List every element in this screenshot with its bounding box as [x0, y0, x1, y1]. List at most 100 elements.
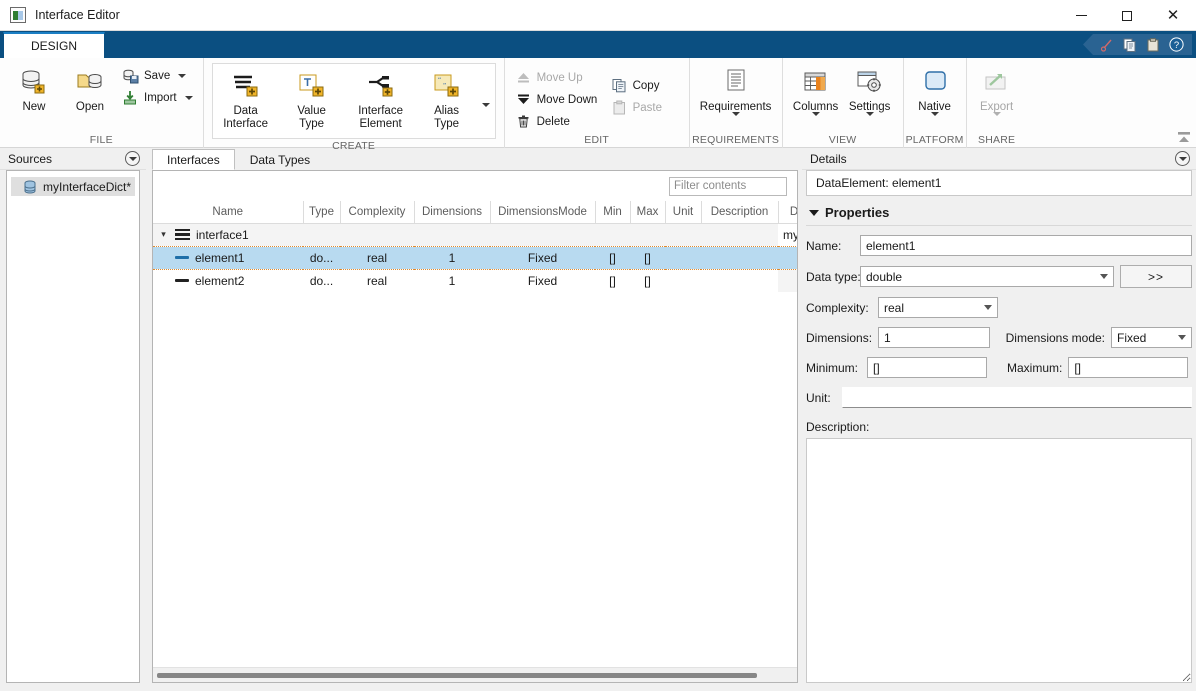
native-button[interactable]: Native: [910, 63, 960, 130]
cell-datasource[interactable]: [778, 246, 797, 269]
import-button[interactable]: Import: [118, 87, 181, 108]
create-group-overflow-caret-icon[interactable]: [477, 67, 495, 143]
properties-section-title[interactable]: Properties: [806, 200, 1192, 226]
open-button[interactable]: Open: [62, 63, 118, 114]
table-row[interactable]: element1 do... real 1 Fixed [] []: [153, 246, 797, 269]
table-horizontal-scrollbar[interactable]: [153, 667, 797, 682]
cell-type[interactable]: do...: [303, 246, 340, 269]
cell-complexity[interactable]: real: [340, 246, 414, 269]
field-row-min-max: Minimum: Maximum:: [806, 357, 1192, 378]
alias-type-button[interactable]: “ ” Alias Type: [417, 67, 477, 131]
data-interface-button[interactable]: Data Interface: [213, 67, 279, 131]
column-header-dimensions[interactable]: Dimensions: [414, 201, 490, 223]
cell-dimensionsmode[interactable]: [490, 223, 595, 246]
minimize-button[interactable]: [1058, 0, 1104, 31]
settings-button[interactable]: Settings: [843, 63, 897, 130]
cell-complexity[interactable]: real: [340, 269, 414, 292]
column-header-datasource[interactable]: DataSo: [778, 201, 797, 223]
move-up-button[interactable]: Move Up: [511, 67, 607, 88]
expand-twisty-icon[interactable]: ▾: [158, 229, 169, 240]
column-header-max[interactable]: Max: [630, 201, 665, 223]
save-dropdown-caret-icon[interactable]: [174, 74, 190, 78]
cell-min[interactable]: []: [595, 246, 630, 269]
requirements-button[interactable]: Requirements: [696, 63, 776, 130]
properties-collapse-icon[interactable]: [809, 210, 819, 216]
cell-max[interactable]: [630, 223, 665, 246]
field-row-complexity: Complexity: real: [806, 297, 1192, 318]
maximum-field[interactable]: [1068, 357, 1188, 378]
column-header-complexity[interactable]: Complexity: [340, 201, 414, 223]
cell-dimensions[interactable]: [414, 223, 490, 246]
delete-button[interactable]: Delete: [511, 111, 607, 132]
columns-dropdown-caret-icon[interactable]: [812, 116, 820, 130]
cell-type[interactable]: do...: [303, 269, 340, 292]
dimensions-field[interactable]: [878, 327, 990, 348]
cell-datasource[interactable]: myInterf: [778, 223, 797, 246]
import-dropdown-caret-icon[interactable]: [181, 96, 197, 100]
save-button[interactable]: Save: [118, 65, 174, 86]
cell-description[interactable]: [701, 223, 778, 246]
column-header-dimensionsmode[interactable]: DimensionsMode: [490, 201, 595, 223]
export-button[interactable]: Export: [973, 63, 1021, 130]
cell-datasource[interactable]: [778, 269, 797, 292]
cell-complexity[interactable]: [340, 223, 414, 246]
copy-icon[interactable]: [1122, 37, 1138, 53]
interface-element-button[interactable]: Interface Element: [345, 67, 417, 131]
cell-dimensions[interactable]: 1: [414, 269, 490, 292]
filter-contents-input[interactable]: [669, 177, 787, 196]
cell-name[interactable]: ▾ interface1: [153, 223, 303, 246]
cell-unit[interactable]: [665, 246, 701, 269]
sources-item-myinterfacedict[interactable]: myInterfaceDict*: [11, 177, 135, 196]
cell-unit[interactable]: [665, 223, 701, 246]
column-header-name[interactable]: Name: [153, 201, 303, 223]
data-type-more-button[interactable]: >>: [1120, 265, 1192, 288]
table-row[interactable]: ▾ interface1: [153, 223, 797, 246]
unit-field[interactable]: [842, 387, 1192, 408]
columns-button[interactable]: Columns: [789, 63, 843, 130]
scrollbar-thumb[interactable]: [157, 673, 757, 678]
maximize-button[interactable]: [1104, 0, 1150, 31]
details-panel-menu-icon[interactable]: [1175, 151, 1190, 166]
table-row[interactable]: element2 do... real 1 Fixed [] []: [153, 269, 797, 292]
ribbon-collapse-icon[interactable]: [1175, 129, 1193, 145]
tab-design[interactable]: DESIGN: [3, 32, 105, 58]
column-header-type[interactable]: Type: [303, 201, 340, 223]
cell-dimensionsmode[interactable]: Fixed: [490, 269, 595, 292]
cell-min[interactable]: []: [595, 269, 630, 292]
column-header-description[interactable]: Description: [701, 201, 778, 223]
cell-description[interactable]: [701, 246, 778, 269]
annotate-icon[interactable]: [1099, 37, 1115, 53]
cell-name[interactable]: element2: [153, 269, 303, 292]
cell-name[interactable]: element1: [153, 246, 303, 269]
data-type-dropdown[interactable]: double: [860, 266, 1114, 287]
value-type-button[interactable]: Value Type: [279, 67, 345, 131]
cell-unit[interactable]: [665, 269, 701, 292]
cell-type[interactable]: [303, 223, 340, 246]
cell-max[interactable]: []: [630, 269, 665, 292]
paste-button[interactable]: Paste: [607, 97, 683, 118]
settings-dropdown-caret-icon[interactable]: [866, 116, 874, 130]
dimensions-mode-value: Fixed: [1117, 331, 1174, 345]
description-textarea[interactable]: [806, 438, 1192, 683]
help-icon[interactable]: ?: [1168, 37, 1184, 53]
complexity-dropdown[interactable]: real: [878, 297, 998, 318]
column-header-min[interactable]: Min: [595, 201, 630, 223]
cell-min[interactable]: [595, 223, 630, 246]
name-field[interactable]: [860, 235, 1192, 256]
copy-button[interactable]: Copy: [607, 75, 683, 96]
new-button[interactable]: New: [6, 63, 62, 114]
cell-max[interactable]: []: [630, 246, 665, 269]
column-header-unit[interactable]: Unit: [665, 201, 701, 223]
move-down-button[interactable]: Move Down: [511, 89, 607, 110]
requirements-dropdown-caret-icon[interactable]: [732, 116, 740, 130]
close-button[interactable]: ✕: [1150, 0, 1196, 31]
native-dropdown-caret-icon[interactable]: [931, 116, 939, 130]
cell-dimensionsmode[interactable]: Fixed: [490, 246, 595, 269]
dimensions-mode-dropdown[interactable]: Fixed: [1111, 327, 1192, 348]
cell-dimensions[interactable]: 1: [414, 246, 490, 269]
minimum-field[interactable]: [867, 357, 987, 378]
export-dropdown-caret-icon[interactable]: [993, 116, 1001, 130]
cell-description[interactable]: [701, 269, 778, 292]
sources-panel-menu-icon[interactable]: [125, 151, 140, 166]
paste-icon[interactable]: [1145, 37, 1161, 53]
